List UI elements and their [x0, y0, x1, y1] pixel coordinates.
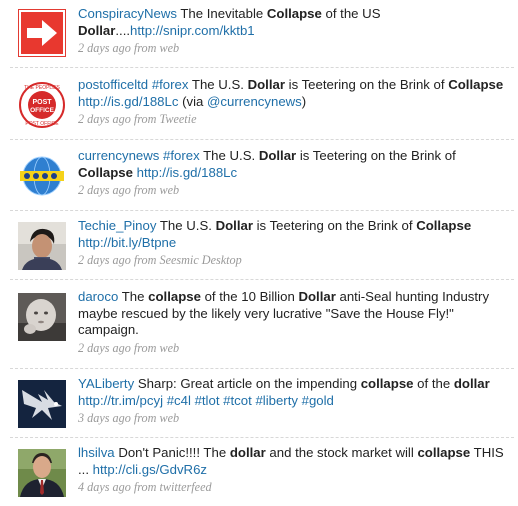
- tweet-link[interactable]: http://is.gd/188Lc: [137, 165, 237, 180]
- tweet-username[interactable]: ConspiracyNews: [78, 6, 177, 21]
- man-in-suit-photo-icon: [18, 449, 66, 497]
- tweet-text-segment: is Teetering on the Brink of: [284, 77, 449, 92]
- tweet-timestamp[interactable]: 2 days ago from Tweetie: [78, 111, 510, 128]
- tweet-link[interactable]: http://is.gd/188Lc: [78, 94, 178, 109]
- avatar-lhsilva[interactable]: [18, 449, 66, 497]
- tweet-item: currencynews #forex The U.S. Dollar is T…: [10, 148, 514, 211]
- tweet-text-segment: of the 10 Billion: [200, 289, 299, 304]
- tweet-text-segment: The U.S.: [199, 148, 259, 163]
- tweet-text-segment: The U.S.: [188, 77, 248, 92]
- avatar-conspiracynews[interactable]: [18, 9, 66, 57]
- tweet-text: YALiberty Sharp: Great article on the im…: [78, 376, 510, 409]
- tweet-hashtag[interactable]: #forex: [152, 77, 189, 92]
- tweet-item: YALiberty Sharp: Great article on the im…: [10, 376, 514, 438]
- tweet-item: lhsilva Don't Panic!!!! The dollar and t…: [10, 445, 514, 501]
- tweet-item: THE PEOPLE'S POST OFFICE POST OFFICE pos…: [10, 77, 514, 140]
- tweet-content: ConspiracyNews The Inevitable Collapse o…: [78, 6, 510, 57]
- tweet-timestamp[interactable]: 2 days ago from Seesmic Desktop: [78, 252, 510, 269]
- avatar-yaliberty[interactable]: [18, 380, 66, 428]
- tweet-timestamp[interactable]: 3 days ago from web: [78, 410, 510, 427]
- tweet-text-segment: ): [301, 93, 307, 109]
- tweet-timestamp[interactable]: 2 days ago from web: [78, 40, 510, 57]
- red-arrow-icon: [18, 9, 66, 57]
- tweet-keyword: Collapse: [448, 77, 504, 92]
- tweet-text-segment: The: [118, 289, 149, 304]
- tweet-item: daroco The collapse of the 10 Billion Do…: [10, 289, 514, 369]
- tweet-content: lhsilva Don't Panic!!!! The dollar and t…: [78, 445, 510, 496]
- tweet-hashtag[interactable]: #forex: [163, 148, 200, 163]
- tweet-text-segment: (via: [178, 93, 208, 109]
- tweet-username[interactable]: daroco: [78, 289, 118, 304]
- tweet-username[interactable]: YALiberty: [78, 376, 134, 391]
- tweet-text-segment: of the: [413, 376, 454, 391]
- tweet-hashtag[interactable]: #gold: [302, 393, 334, 408]
- tweet-text-segment: is Teetering on the Brink of: [296, 148, 456, 163]
- tweet-text: Techie_Pinoy The U.S. Dollar is Teeterin…: [78, 218, 510, 251]
- avatar-techie-pinoy[interactable]: [18, 222, 66, 270]
- currency-globe-icon: [18, 152, 66, 200]
- tweet-hashtag[interactable]: #tcot: [223, 393, 252, 408]
- tweet-content: postofficeltd #forex The U.S. Dollar is …: [78, 77, 510, 128]
- tweet-timestamp[interactable]: 4 days ago from twitterfeed: [78, 479, 510, 496]
- logo-mid-text-2: OFFICE: [30, 107, 54, 114]
- tweet-text-segment: The Inevitable: [176, 6, 267, 21]
- logo-bottom-text: POST OFFICE: [25, 121, 59, 127]
- tweet-hashtag[interactable]: #liberty: [255, 393, 298, 408]
- tweet-keyword: Dollar: [298, 289, 336, 304]
- tweet-text: postofficeltd #forex The U.S. Dollar is …: [78, 77, 510, 110]
- tweet-keyword: Collapse: [78, 164, 133, 180]
- tweet-link[interactable]: http://bit.ly/Btpne: [78, 235, 176, 250]
- tweet-text: daroco The collapse of the 10 Billion Do…: [78, 289, 510, 339]
- tweet-keyword: dollar: [453, 376, 490, 391]
- tweet-keyword: collapse: [417, 445, 471, 460]
- tweet-item: Techie_Pinoy The U.S. Dollar is Teeterin…: [10, 218, 514, 280]
- tweet-content: Techie_Pinoy The U.S. Dollar is Teeterin…: [78, 218, 510, 269]
- eagle-icon: [18, 380, 66, 428]
- tweet-keyword: Dollar: [247, 77, 285, 92]
- tweet-keyword: Dollar: [215, 218, 253, 233]
- tweet-keyword: Dollar: [78, 22, 116, 38]
- avatar-daroco[interactable]: [18, 293, 66, 341]
- tweet-link[interactable]: http://cli.gs/GdvR6z: [93, 462, 207, 477]
- tweet-username[interactable]: lhsilva: [78, 445, 115, 460]
- tweet-feed: ConspiracyNews The Inevitable Collapse o…: [0, 0, 518, 506]
- tweet-keyword: collapse: [360, 376, 414, 391]
- tweet-hashtag[interactable]: #c4l: [167, 393, 191, 408]
- tweet-keyword: dollar: [229, 445, 266, 460]
- tweet-hashtag[interactable]: #tlot: [195, 393, 220, 408]
- tweet-text-segment: The U.S.: [156, 218, 216, 233]
- tweet-timestamp[interactable]: 2 days ago from web: [78, 340, 510, 357]
- tweet-text-segment: of the US: [321, 6, 381, 21]
- tweet-text-segment: Don't Panic!!!! The: [114, 445, 230, 460]
- tweet-username[interactable]: currencynews: [78, 148, 159, 163]
- tweet-timestamp[interactable]: 2 days ago from web: [78, 182, 510, 199]
- tweet-text-segment: ....: [115, 22, 131, 38]
- tweet-keyword: collapse: [148, 289, 201, 304]
- tweet-username[interactable]: Techie_Pinoy: [78, 218, 156, 233]
- logo-top-text: THE PEOPLE'S: [24, 85, 60, 91]
- tweet-link[interactable]: http://tr.im/pcyj: [78, 393, 163, 408]
- tweet-keyword: Dollar: [258, 148, 297, 163]
- tweet-text: ConspiracyNews The Inevitable Collapse o…: [78, 6, 510, 39]
- tweet-keyword: Collapse: [416, 218, 472, 233]
- post-office-logo-icon: THE PEOPLE'S POST OFFICE POST OFFICE: [18, 81, 66, 129]
- tweet-mention[interactable]: @currencynews: [207, 94, 302, 109]
- tweet-item: ConspiracyNews The Inevitable Collapse o…: [10, 6, 514, 68]
- tweet-text: lhsilva Don't Panic!!!! The dollar and t…: [78, 445, 510, 478]
- tweet-content: currencynews #forex The U.S. Dollar is T…: [78, 148, 510, 199]
- baby-photo-icon: [18, 293, 66, 341]
- avatar-currencynews[interactable]: [18, 152, 66, 200]
- tweet-content: daroco The collapse of the 10 Billion Do…: [78, 289, 510, 356]
- tweet-text-segment: is Teetering on the Brink of: [252, 218, 417, 233]
- tweet-link[interactable]: http://snipr.com/kktb1: [130, 23, 255, 38]
- user-photo-icon: [18, 222, 66, 270]
- tweet-username[interactable]: postofficeltd: [78, 77, 148, 92]
- logo-mid-text-1: POST: [32, 99, 52, 106]
- avatar-postofficeltd[interactable]: THE PEOPLE'S POST OFFICE POST OFFICE: [18, 81, 66, 129]
- tweet-content: YALiberty Sharp: Great article on the im…: [78, 376, 510, 427]
- tweet-text-segment: Sharp: Great article on the impending: [134, 376, 361, 391]
- tweet-text: currencynews #forex The U.S. Dollar is T…: [78, 148, 510, 181]
- tweet-text-segment: and the stock market will: [265, 445, 418, 460]
- tweet-keyword: Collapse: [266, 6, 322, 21]
